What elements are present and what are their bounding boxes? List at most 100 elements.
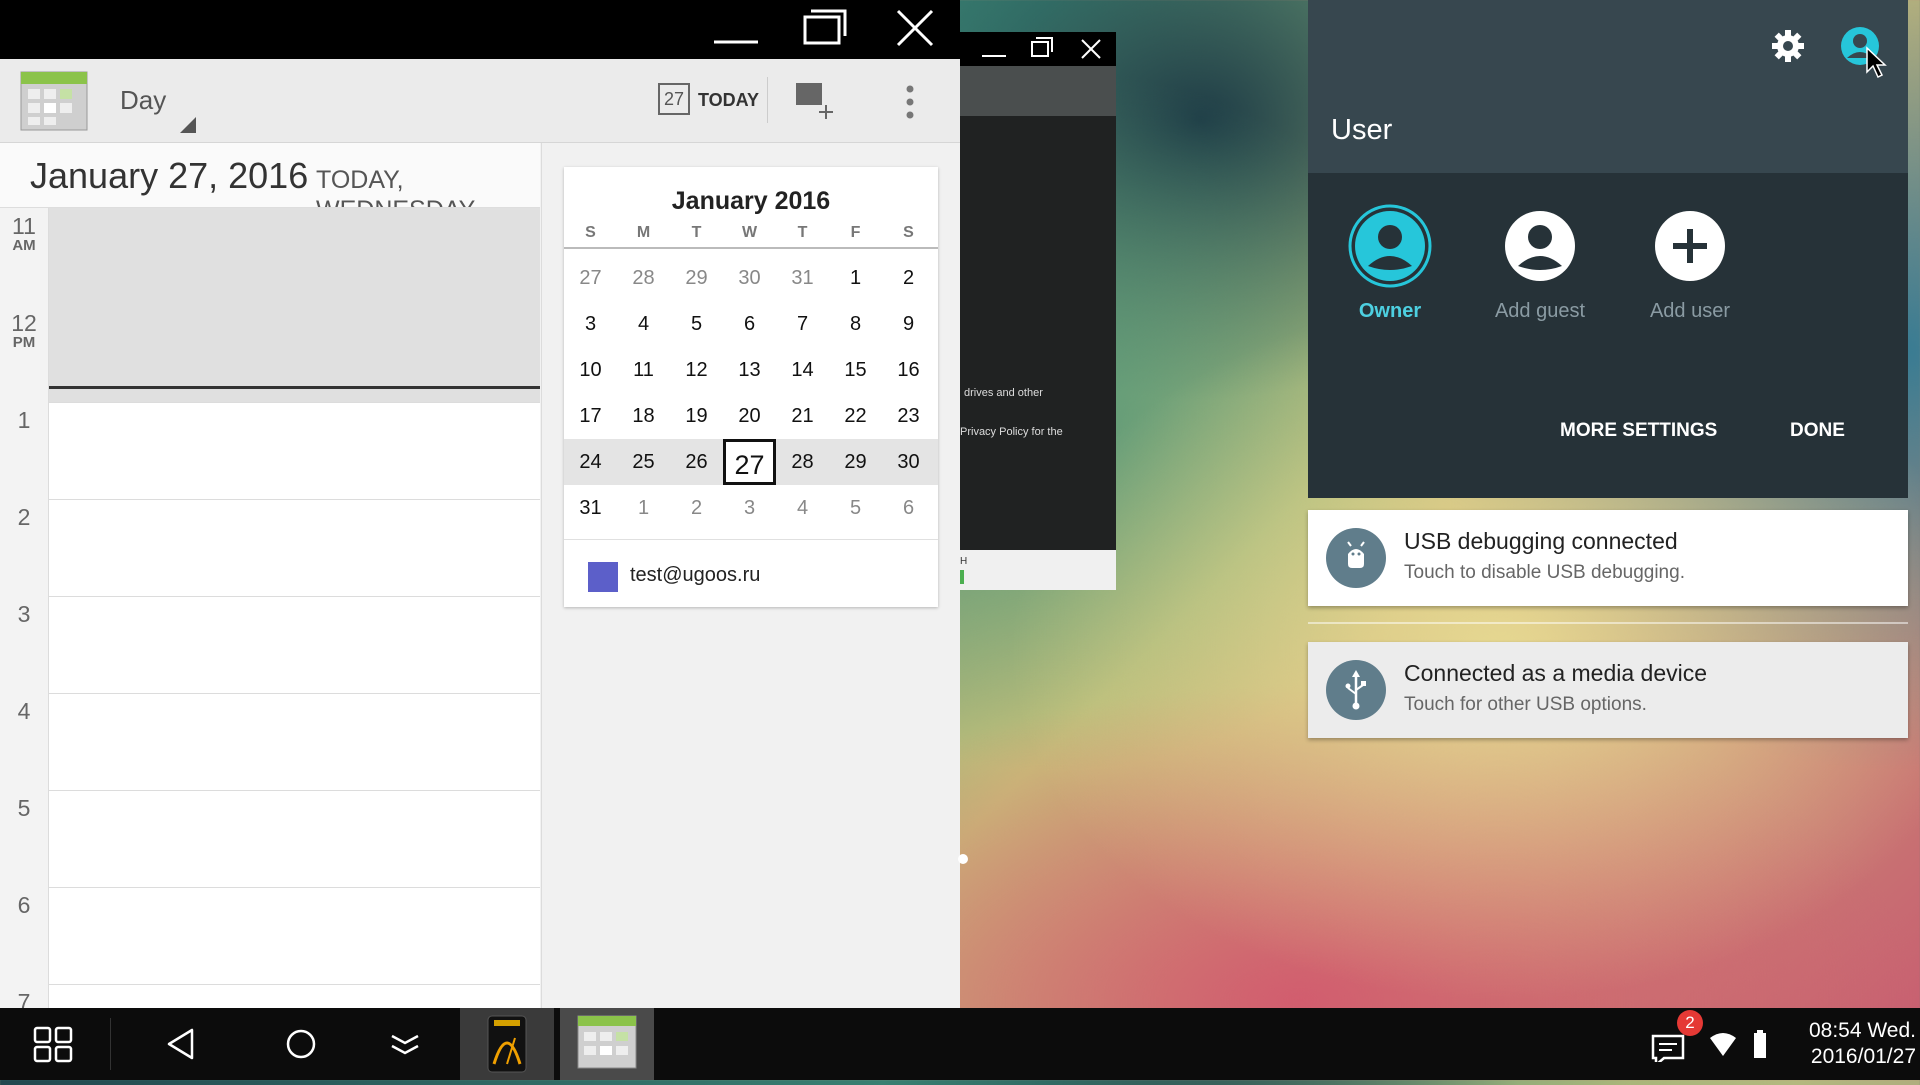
hour-row[interactable]: 2 xyxy=(0,499,540,597)
mini-calendar-day[interactable]: 30 xyxy=(723,255,776,301)
overflow-menu-icon[interactable] xyxy=(902,83,918,128)
hour-ampm: PM xyxy=(12,334,36,351)
mini-calendar-day[interactable]: 29 xyxy=(829,439,882,485)
mini-calendar-day[interactable]: 1 xyxy=(829,255,882,301)
background-window[interactable]: drives and other Privacy Policy for the … xyxy=(960,32,1116,590)
mini-calendar-day[interactable]: 27 xyxy=(564,255,617,301)
wifi-icon[interactable] xyxy=(1708,1030,1738,1065)
user-add-guest[interactable]: Add guest xyxy=(1480,204,1600,334)
hour-row[interactable]: 5 xyxy=(0,790,540,888)
settings-gear-icon[interactable] xyxy=(1770,28,1806,69)
close-button[interactable] xyxy=(886,0,946,59)
mini-calendar-day[interactable]: 28 xyxy=(776,439,829,485)
quick-settings-title: User xyxy=(1331,114,1393,146)
mini-calendar-day[interactable]: 2 xyxy=(670,485,723,531)
mini-calendar-day[interactable]: 7 xyxy=(776,301,829,347)
mini-calendar-day[interactable]: 23 xyxy=(882,393,935,439)
clock[interactable]: 08:54 Wed. 2016/01/27 xyxy=(1770,1018,1916,1070)
mini-calendar-day[interactable]: 12 xyxy=(670,347,723,393)
hour-slot[interactable] xyxy=(49,499,540,596)
notification-divider xyxy=(1308,622,1908,624)
home-button[interactable] xyxy=(276,1008,326,1080)
done-button[interactable]: DONE xyxy=(1790,420,1845,442)
mini-calendar-day[interactable]: 29 xyxy=(670,255,723,301)
battery-icon[interactable] xyxy=(1752,1028,1768,1065)
usb-icon xyxy=(1326,660,1386,720)
mini-calendar-day[interactable]: 5 xyxy=(829,485,882,531)
user-owner[interactable]: Owner xyxy=(1330,204,1450,334)
apps-grid-button[interactable] xyxy=(26,1008,86,1080)
mini-calendar-day[interactable]: 17 xyxy=(564,393,617,439)
taskbar-app-speedometer[interactable] xyxy=(460,1008,554,1080)
hour-slot[interactable] xyxy=(49,693,540,790)
hour-slot[interactable] xyxy=(49,790,540,887)
mini-calendar-day[interactable]: 22 xyxy=(829,393,882,439)
hour-number: 1 xyxy=(17,407,31,433)
account-row[interactable]: test@ugoos.ru xyxy=(564,539,938,608)
hour-label: 11 AM xyxy=(0,208,49,305)
mini-calendar-day[interactable]: 31 xyxy=(564,485,617,531)
mini-calendar-day[interactable]: 4 xyxy=(776,485,829,531)
mini-calendar-day[interactable]: 25 xyxy=(617,439,670,485)
mini-calendar-day[interactable]: 26 xyxy=(670,439,723,485)
hour-slot[interactable] xyxy=(49,596,540,693)
hour-slot[interactable] xyxy=(49,208,540,305)
mini-calendar-day[interactable]: 13 xyxy=(723,347,776,393)
maximize-button[interactable] xyxy=(795,0,855,59)
mini-calendar-day[interactable]: 5 xyxy=(670,301,723,347)
day-grid[interactable]: 11 AM 12 PM 1 2 3 4 5 6 7 xyxy=(0,208,540,1008)
today-button[interactable]: 27 TODAY xyxy=(656,71,759,129)
back-button[interactable] xyxy=(156,1008,206,1080)
notification-usb-debugging[interactable]: USB debugging connected Touch to disable… xyxy=(1308,510,1908,606)
notification-media-device[interactable]: Connected as a media device Touch for ot… xyxy=(1308,642,1908,738)
hour-row[interactable]: 7 xyxy=(0,984,540,1008)
bg-window-footer-text: H xyxy=(960,556,968,567)
mini-calendar-day[interactable]: 3 xyxy=(564,301,617,347)
hour-row[interactable]: 6 xyxy=(0,887,540,985)
mini-calendar-day[interactable]: 16 xyxy=(882,347,935,393)
bg-window-header xyxy=(960,66,1116,116)
mini-calendar-day[interactable]: 20 xyxy=(723,393,776,439)
mini-calendar-day[interactable]: 28 xyxy=(617,255,670,301)
minimize-button[interactable] xyxy=(706,0,766,59)
user-add-user[interactable]: Add user xyxy=(1630,204,1750,334)
collapse-button[interactable] xyxy=(380,1008,430,1080)
mini-calendar-day[interactable]: 14 xyxy=(776,347,829,393)
hour-row[interactable]: 3 xyxy=(0,596,540,694)
hour-slot[interactable] xyxy=(49,984,540,1008)
hour-slot[interactable] xyxy=(49,402,540,499)
clock-date: 2016/01/27 xyxy=(1810,1045,1916,1068)
mini-calendar-day[interactable]: 30 xyxy=(882,439,935,485)
mini-calendar-day[interactable]: 21 xyxy=(776,393,829,439)
mini-calendar-day[interactable]: 9 xyxy=(882,301,935,347)
notification-title: Connected as a media device xyxy=(1404,660,1708,686)
mini-calendar-day[interactable]: 10 xyxy=(564,347,617,393)
mini-calendar-day[interactable]: 3 xyxy=(723,485,776,531)
mini-calendar-day[interactable]: 1 xyxy=(617,485,670,531)
hour-row[interactable]: 11 AM xyxy=(0,208,540,306)
hour-slot[interactable] xyxy=(49,887,540,984)
mini-calendar-day[interactable]: 15 xyxy=(829,347,882,393)
mini-calendar-day[interactable]: 6 xyxy=(882,485,935,531)
new-event-icon[interactable] xyxy=(794,79,838,128)
today-icon-number: 27 xyxy=(663,89,685,109)
mini-calendar-day[interactable]: 2 xyxy=(882,255,935,301)
mini-calendar-day[interactable]: 24 xyxy=(564,439,617,485)
mini-calendar-day[interactable]: 4 xyxy=(617,301,670,347)
mini-calendar-today[interactable]: 27 xyxy=(723,439,776,485)
mini-calendar-day[interactable]: 11 xyxy=(617,347,670,393)
more-settings-button[interactable]: MORE SETTINGS xyxy=(1560,420,1717,442)
mini-calendar-day[interactable]: 6 xyxy=(723,301,776,347)
mini-calendar-day[interactable]: 31 xyxy=(776,255,829,301)
mini-calendar-day[interactable]: 19 xyxy=(670,393,723,439)
view-selector[interactable]: Day xyxy=(120,85,166,116)
hour-row[interactable]: 1 xyxy=(0,402,540,500)
hour-number: 6 xyxy=(17,892,31,918)
notification-title: USB debugging connected xyxy=(1404,528,1678,554)
mini-calendar-day[interactable]: 8 xyxy=(829,301,882,347)
mini-calendar-day[interactable]: 18 xyxy=(617,393,670,439)
mini-month-calendar: January 2016 SMTWTFS 27 28 29 30 31 1 2 3 4 5 6 7 8 9… xyxy=(564,167,938,607)
hour-row[interactable]: 4 xyxy=(0,693,540,791)
taskbar-app-calendar[interactable] xyxy=(560,1008,654,1080)
hour-number: 7 xyxy=(17,989,31,1008)
